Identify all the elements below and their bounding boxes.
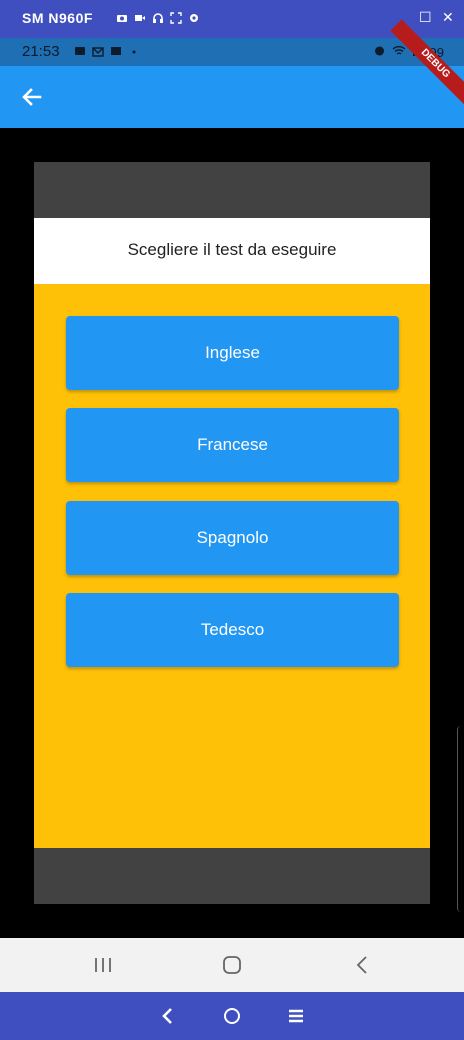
camera-icon[interactable] xyxy=(116,11,128,23)
emulator-tool-icons xyxy=(116,11,200,24)
chevron-left-icon xyxy=(162,1008,172,1024)
emulator-control-bar xyxy=(0,992,464,1040)
alarm-icon xyxy=(373,44,386,60)
chevron-left-icon xyxy=(356,956,367,974)
message-icon xyxy=(74,45,86,57)
status-time: 21:53 xyxy=(22,43,60,60)
card-header: Scegliere il test da eseguire xyxy=(34,218,430,284)
mail-icon xyxy=(92,45,104,57)
french-button[interactable]: Francese xyxy=(66,408,399,482)
wifi-icon xyxy=(392,45,406,60)
card-title: Scegliere il test da eseguire xyxy=(127,240,337,259)
device-title: SM N960F xyxy=(22,10,93,26)
android-nav-bar xyxy=(0,938,464,992)
arrow-left-icon xyxy=(22,88,42,106)
fullscreen-icon[interactable] xyxy=(170,11,182,24)
settings-icon[interactable] xyxy=(188,11,200,23)
status-bar: 21:53 99 xyxy=(0,38,464,66)
german-button[interactable]: Tedesco xyxy=(66,593,399,667)
headphones-icon[interactable] xyxy=(152,11,164,23)
notification-icons xyxy=(74,45,140,57)
app-bar xyxy=(0,66,464,128)
dot-icon xyxy=(128,45,140,57)
twitch-icon xyxy=(110,45,122,57)
scroll-handle[interactable] xyxy=(457,726,464,912)
recent-apps-button[interactable] xyxy=(90,952,116,978)
english-button[interactable]: Inglese xyxy=(66,316,399,390)
maximize-button[interactable]: ☐ xyxy=(419,9,432,26)
back-button[interactable] xyxy=(18,83,46,111)
nav-back-button[interactable] xyxy=(350,952,376,978)
video-icon[interactable] xyxy=(134,11,146,23)
circle-icon xyxy=(224,1008,240,1024)
home-button[interactable] xyxy=(219,952,245,978)
emulator-back-button[interactable] xyxy=(156,1004,180,1028)
emulator-home-button[interactable] xyxy=(220,1004,244,1028)
emulator-menu-button[interactable] xyxy=(284,1004,308,1028)
menu-icon xyxy=(289,1009,303,1023)
home-icon xyxy=(223,956,241,974)
recent-apps-icon xyxy=(95,958,111,972)
spanish-button[interactable]: Spagnolo xyxy=(66,501,399,575)
close-button[interactable]: ✕ xyxy=(442,9,454,26)
